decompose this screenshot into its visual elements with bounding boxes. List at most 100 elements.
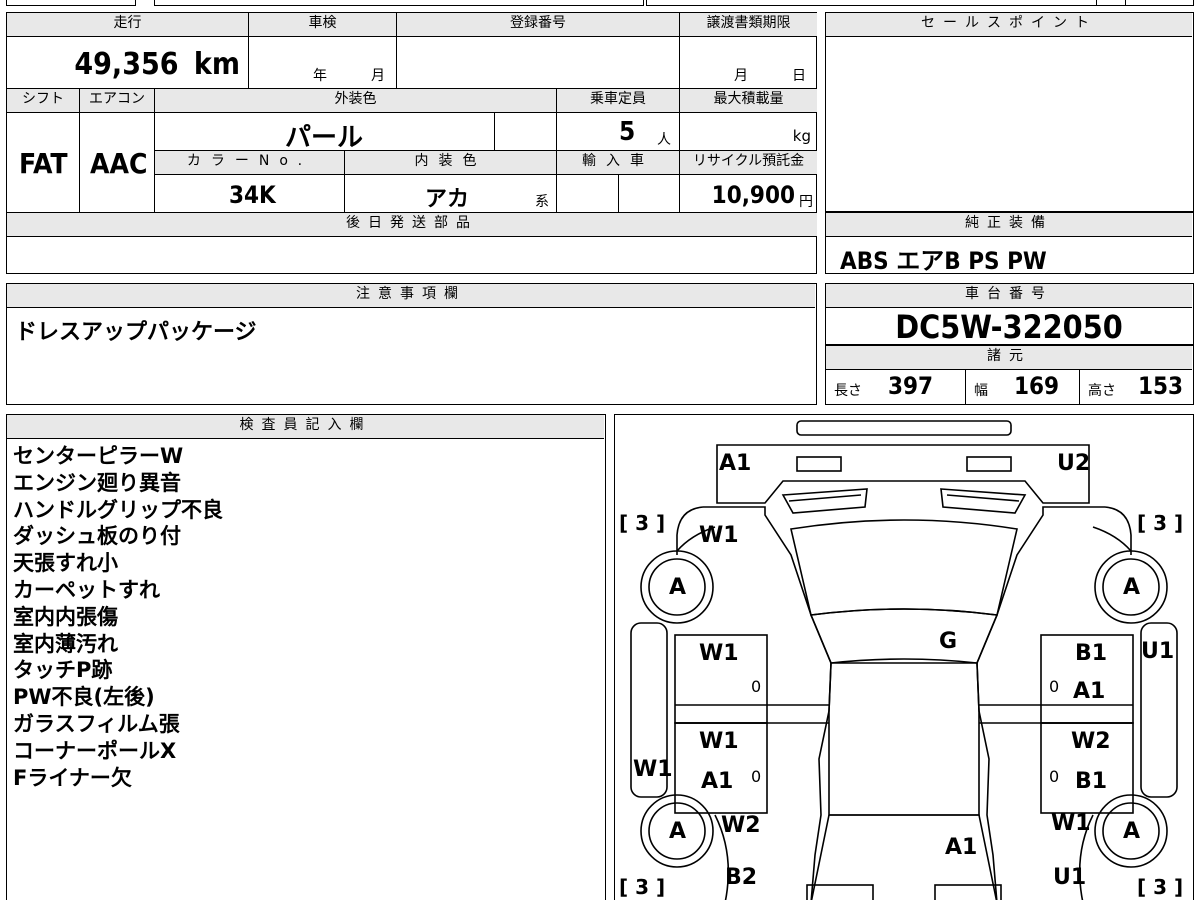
height-label: 高さ xyxy=(1088,383,1116,399)
sales-point-label: セールスポイント xyxy=(826,13,1192,37)
transfer-day: 日 xyxy=(792,68,806,84)
shaken-cell: 年 月 xyxy=(249,37,397,89)
length-value: 397 xyxy=(888,372,934,400)
ac-value: AAC xyxy=(90,147,148,180)
width-cell: 幅 169 xyxy=(966,370,1080,404)
ext-color-label: 外装色 xyxy=(155,89,557,113)
mark-a-wheel-fl: A xyxy=(669,575,687,600)
mark-zero: 0 xyxy=(751,677,762,696)
inspector-lines: センターピラーW エンジン廻り異音 ハンドルグリップ不良 ダッシュ板のり付 天張… xyxy=(13,443,223,791)
import-cell xyxy=(619,175,680,213)
import-label: 輸入車 xyxy=(557,151,680,175)
equipment-label: 純正装備 xyxy=(826,213,1192,237)
mark-zero: 0 xyxy=(751,767,762,786)
mark-zero: 0 xyxy=(1049,767,1060,786)
shift-value: FAT xyxy=(19,147,68,180)
transfer-month: 月 xyxy=(734,68,748,84)
maxload-cell: kg xyxy=(680,113,817,151)
inspector-line: センターピラーW xyxy=(13,444,184,468)
recycle-cell: 10,900 円 xyxy=(680,175,817,213)
capacity-value: 5 xyxy=(619,117,636,147)
recycle-value: 10,900 xyxy=(711,181,795,209)
transfer-deadline-cell: 月 日 xyxy=(680,37,817,89)
front-bumper xyxy=(716,444,1090,504)
shaken-label: 車検 xyxy=(249,13,397,37)
inspector-line: タッチP跡 xyxy=(13,658,113,683)
bracket-bottom-right: [ 3 ] xyxy=(1137,875,1184,899)
mark-b1-right-front: B1 xyxy=(1075,641,1108,666)
inspector-line: ガラスフィルム張 xyxy=(13,711,180,736)
inspector-line: 室内薄汚れ xyxy=(13,631,118,656)
inspector-line: コーナーポールX xyxy=(13,738,177,763)
equipment-value: ABS エアB PS PW xyxy=(840,247,1047,275)
mileage-label: 走行 xyxy=(7,13,249,37)
mark-w1-rear-right: W1 xyxy=(1051,811,1091,836)
registration-cell xyxy=(397,37,680,89)
shaken-month: 月 xyxy=(371,68,385,84)
ac-label: エアコン xyxy=(80,89,155,113)
hood xyxy=(790,519,1018,616)
top-bumper xyxy=(796,420,1012,436)
int-color-suffix: 系 xyxy=(535,194,549,210)
chassis-value: DC5W-322050 xyxy=(895,308,1123,346)
int-color-value: アカ xyxy=(425,187,470,212)
inspector-label: 検査員記入欄 xyxy=(7,415,604,439)
bracket-top-right: [ 3 ] xyxy=(1137,511,1184,535)
mark-a-wheel-rr: A xyxy=(1123,819,1141,844)
chassis-label: 車台番号 xyxy=(826,284,1192,308)
inspector-line: ハンドルグリップ不良 xyxy=(13,497,223,522)
inspector-box: 検査員記入欄 センターピラーW エンジン廻り異音 ハンドルグリップ不良 ダッシュ… xyxy=(6,414,606,900)
colorno-cell: 34K xyxy=(155,175,345,213)
mark-b2-rear-left: B2 xyxy=(725,865,758,890)
shift-label: シフト xyxy=(7,89,80,113)
ext-color-cell: パール xyxy=(155,113,495,153)
transfer-deadline-label: 譲渡書類期限 xyxy=(680,13,817,37)
colorno-label: カラーNo. xyxy=(155,151,345,175)
notes-box: 注意事項欄 ドレスアップパッケージ xyxy=(6,283,817,405)
mark-w1-left-front-door: W1 xyxy=(699,641,739,666)
mileage-unit: km xyxy=(193,47,240,82)
notes-label: 注意事項欄 xyxy=(7,284,815,308)
bracket-bottom-left: [ 3 ] xyxy=(619,875,666,899)
mark-a-wheel-rl: A xyxy=(669,819,687,844)
maxload-unit: kg xyxy=(792,127,811,145)
mark-u1-right-side: U1 xyxy=(1141,639,1175,664)
registration-label: 登録番号 xyxy=(397,13,680,37)
capacity-label: 乗車定員 xyxy=(557,89,680,113)
equipment-box: 純正装備 ABS エアB PS PW xyxy=(825,212,1194,275)
notes-value: ドレスアップパッケージ xyxy=(15,320,257,345)
mark-a1-front: A1 xyxy=(719,451,752,476)
tail-right xyxy=(934,884,1002,900)
mark-w1-left-rear: W1 xyxy=(699,729,739,754)
specs-box: 諸元 長さ 397 幅 169 高さ 153 xyxy=(825,345,1194,405)
roof xyxy=(828,662,980,816)
length-label: 長さ xyxy=(834,383,862,399)
tail-left xyxy=(806,884,874,900)
inspector-line: 室内内張傷 xyxy=(13,604,118,629)
mark-u2-front: U2 xyxy=(1057,451,1091,476)
length-cell: 長さ 397 xyxy=(826,370,966,404)
mark-a-wheel-fr: A xyxy=(1123,575,1141,600)
chassis-box: 車台番号 DC5W-322050 xyxy=(825,283,1194,346)
bracket-top-left: [ 3 ] xyxy=(619,511,666,535)
recycle-unit: 円 xyxy=(799,194,813,210)
mark-w2-rear-left: W2 xyxy=(721,813,761,838)
mark-w1-fender: W1 xyxy=(699,523,739,548)
mark-g-roof: G xyxy=(939,629,958,654)
ext-color-value: パール xyxy=(285,123,364,153)
ac-cell: AAC xyxy=(80,113,155,213)
top-strip xyxy=(6,0,1194,8)
mileage-cell: 49,356 km xyxy=(7,37,249,89)
mark-zero: 0 xyxy=(1049,677,1060,696)
mark-a1-right-front: A1 xyxy=(1073,679,1106,704)
inspector-line: 天張すれ小 xyxy=(13,551,118,576)
mark-w2-right-rear: W2 xyxy=(1071,729,1111,754)
height-value: 153 xyxy=(1138,372,1184,400)
int-color-label: 内装色 xyxy=(345,151,557,175)
maxload-label: 最大積載量 xyxy=(680,89,817,113)
capacity-cell: 5 人 xyxy=(557,113,680,151)
capacity-unit: 人 xyxy=(657,132,671,148)
height-cell: 高さ 153 xyxy=(1080,370,1192,404)
mark-w1-left-side: W1 xyxy=(633,757,673,782)
width-label: 幅 xyxy=(974,383,988,399)
